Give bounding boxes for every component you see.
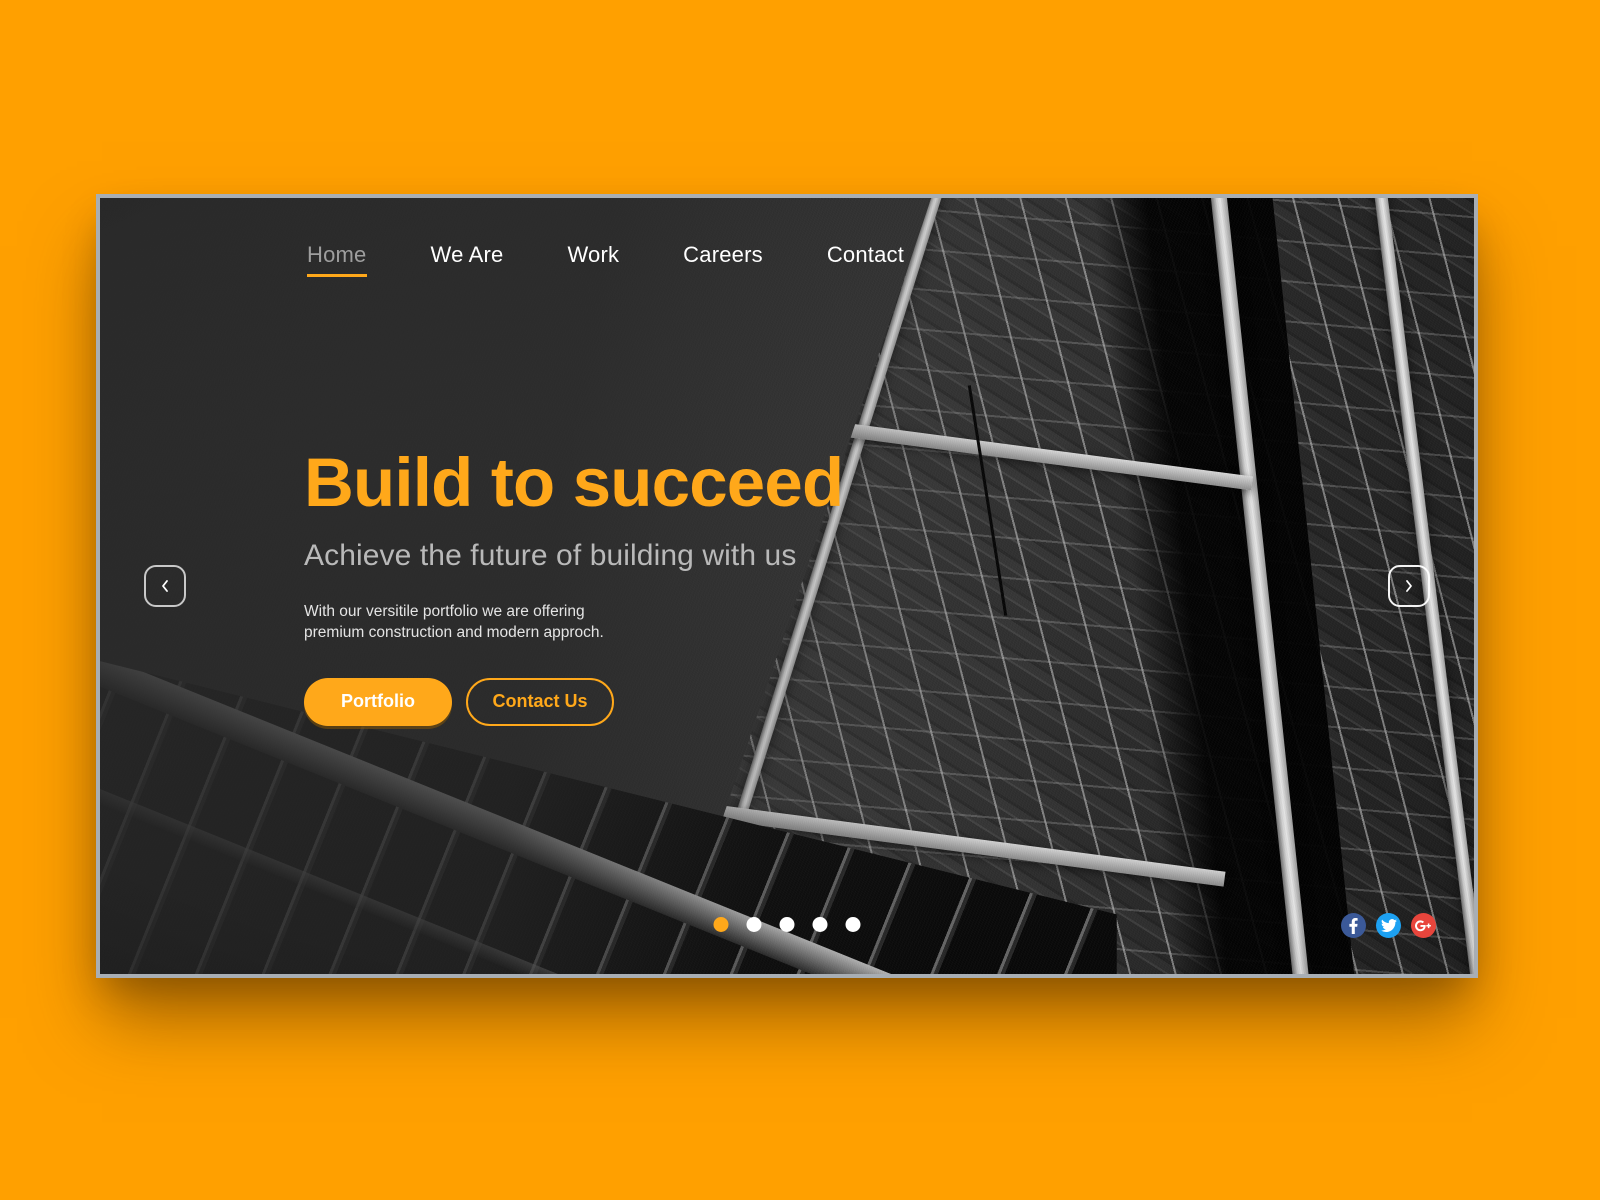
main-navigation: Home We Are Work Careers Contact: [307, 242, 904, 277]
facebook-icon[interactable]: [1341, 913, 1366, 938]
chevron-right-icon: [1403, 578, 1415, 594]
google-plus-icon[interactable]: [1411, 913, 1436, 938]
carousel-dot-1[interactable]: [713, 917, 729, 932]
hero-subheadline: Achieve the future of building with us: [304, 539, 797, 572]
carousel-dot-2[interactable]: [746, 917, 762, 932]
nav-item-careers[interactable]: Careers: [683, 242, 763, 277]
carousel-dot-5[interactable]: [845, 917, 861, 932]
carousel-prev-button[interactable]: [144, 565, 186, 607]
chevron-left-icon: [159, 578, 171, 594]
carousel-dot-3[interactable]: [779, 917, 795, 932]
carousel-dot-4[interactable]: [812, 917, 828, 932]
social-links: [1341, 913, 1436, 938]
nav-item-label: Work: [567, 242, 620, 267]
portfolio-button[interactable]: Portfolio: [304, 677, 452, 726]
carousel-dots: [713, 917, 861, 932]
nav-item-contact[interactable]: Contact: [827, 242, 904, 277]
contact-us-button[interactable]: Contact Us: [466, 677, 614, 726]
nav-item-home[interactable]: Home: [307, 242, 367, 277]
hero-copy-block: Build to succeed Achieve the future of b…: [304, 448, 944, 726]
nav-item-label: Contact: [826, 242, 905, 267]
hero-paragraph: With our versitile portfolio we are offe…: [304, 603, 604, 642]
hero-headline: Build to succeed: [304, 444, 844, 521]
nav-item-label: We Are: [430, 242, 504, 267]
carousel-next-button[interactable]: [1388, 565, 1430, 607]
hero-section: Home We Are Work Careers Contact Build t…: [100, 198, 1474, 974]
nav-item-label: Careers: [683, 242, 763, 267]
nav-item-label: Home: [307, 242, 367, 267]
nav-item-we-are[interactable]: We Are: [431, 242, 504, 277]
browser-mockup-frame: Home We Are Work Careers Contact Build t…: [96, 194, 1478, 978]
nav-item-work[interactable]: Work: [567, 242, 619, 277]
twitter-icon[interactable]: [1376, 913, 1401, 938]
hero-cta-row: Portfolio Contact Us: [304, 677, 944, 726]
